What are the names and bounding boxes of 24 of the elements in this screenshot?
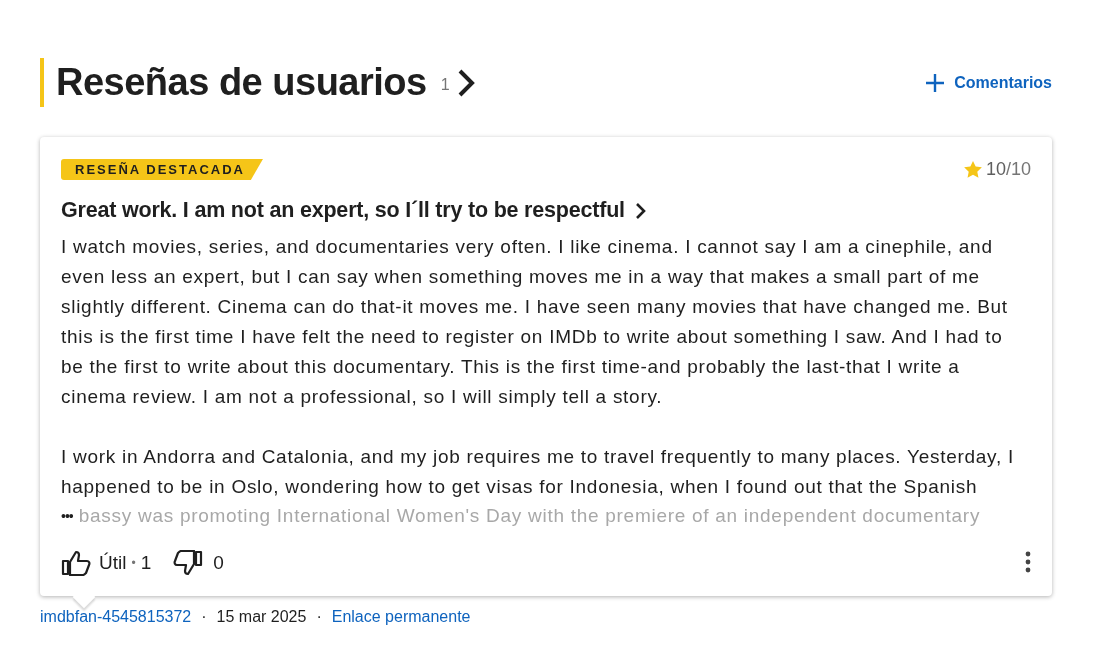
unhelpful-button[interactable] bbox=[173, 550, 204, 576]
author-link[interactable]: imdbfan-4545815372 bbox=[40, 608, 192, 626]
thumbs-down-icon bbox=[173, 550, 204, 576]
thumbs-up-icon bbox=[61, 550, 91, 576]
permalink-link[interactable]: Enlace permanente bbox=[331, 608, 471, 626]
separator-dot: · bbox=[201, 608, 207, 626]
rating-value: 10/10 bbox=[985, 159, 1031, 180]
star-icon bbox=[963, 161, 982, 178]
chevron-right-icon bbox=[634, 201, 647, 220]
review-paragraph: I watch movies, series, and documentaries very often. I like cinema. I cannot say I am a cinephile, and even less an expert, but I can say when something moves me in a way that makes a small part of me slightly different. Cinema can do that-it moves me. I have seen many movies that have changed me. But this is the first time I have felt the need to register on IMDb to write about something I saw. And I had to be the first to write about this documentary. This is the first time-and probably the last-that I write a cinema review. I am not a professional, so I will simply tell a story. bbox=[61, 235, 1009, 409]
faded-review-text: bassy was promoting International Women's Day with the premiere of an independent documentary bbox=[78, 506, 981, 526]
separator-dot: · bbox=[316, 608, 322, 626]
review-title-link[interactable]: Great work. I am not an expert, so I´ll try to be respectful bbox=[61, 198, 647, 223]
section-title: Reseñas de usuarios bbox=[56, 61, 427, 104]
helpful-button[interactable]: Útil bbox=[61, 550, 127, 576]
separator-dot: • bbox=[131, 556, 136, 570]
helpful-count: 1 bbox=[140, 552, 152, 574]
review-date: 15 mar 2025 bbox=[216, 608, 307, 626]
add-comments-button[interactable]: Comentarios bbox=[926, 73, 1052, 92]
plus-icon bbox=[926, 73, 945, 92]
unhelpful-count: 0 bbox=[213, 552, 224, 574]
featured-badge: RESEÑA DESTACADA bbox=[61, 159, 263, 180]
review-paragraph: I work in Andorra and Catalonia, and my job requires me to travel frequently to many places. Yesterday, I happened to be in Oslo, wondering how to get visas for Indonesia, when I found out that the Spanish bbox=[61, 445, 1015, 499]
review-count: 1 bbox=[440, 75, 450, 94]
